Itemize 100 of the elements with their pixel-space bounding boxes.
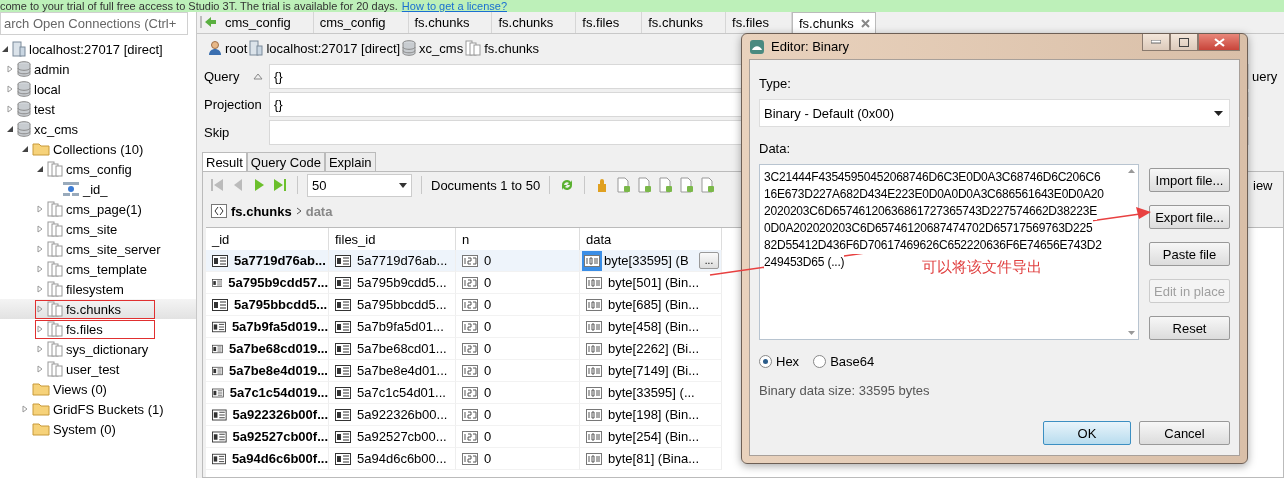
breadcrumb-item[interactable]: localhost:27017 [direct]: [266, 40, 401, 56]
tree-item[interactable]: fs.chunks: [0, 299, 196, 319]
table-row[interactable]: 5a7b9fa5d019... 5a7b9fa5d01... 0 byte[458] (Bin...: [206, 316, 722, 338]
collapsed-arrow-icon[interactable]: [36, 325, 44, 333]
expanded-arrow-icon[interactable]: [36, 165, 44, 173]
collapsed-arrow-icon[interactable]: [36, 345, 44, 353]
dialog-button[interactable]: Export file...: [1149, 205, 1230, 229]
collapsed-arrow-icon[interactable]: [6, 85, 14, 93]
page-size-dropdown[interactable]: 50: [307, 173, 412, 197]
first-page-icon[interactable]: [209, 177, 225, 193]
table-cell: byte[198] (Bin...: [608, 407, 700, 422]
encoding-radio[interactable]: Base64: [813, 354, 875, 369]
collapsed-arrow-icon[interactable]: [36, 245, 44, 253]
breadcrumb-item[interactable]: root: [225, 40, 248, 56]
table-row[interactable]: 5a7be8e4d019... 5a7be8e4d01... 0 byte[7149] (Bi...: [206, 360, 722, 382]
tree-item[interactable]: _id_: [0, 179, 196, 199]
maximize-icon: [1179, 37, 1189, 47]
collapsed-arrow-icon[interactable]: [36, 365, 44, 373]
expanded-arrow-icon[interactable]: [6, 125, 14, 133]
binary-icon: [586, 320, 602, 333]
table-row[interactable]: 5a922326b00f... 5a922326b00... 0 byte[198] (Bin...: [206, 404, 722, 426]
table-row[interactable]: 5a7c1c54d019... 5a7c1c54d01... 0 byte[33595] (...: [206, 382, 722, 404]
dialog-button[interactable]: Reset: [1149, 316, 1230, 340]
delete-document-icon[interactable]: [699, 177, 716, 193]
table-cell: 0: [484, 319, 492, 334]
table-row[interactable]: 5a7be68cd019... 5a7be68cd01... 0 byte[2262] (Bi...: [206, 338, 722, 360]
cancel-button[interactable]: Cancel: [1139, 421, 1230, 445]
tree-item[interactable]: localhost:27017 [direct]: [0, 39, 196, 59]
folder-icon: [32, 422, 50, 436]
collapsed-arrow-icon[interactable]: [6, 105, 14, 113]
table-cell: 5a7be68cd019...: [228, 341, 328, 356]
dialog-button[interactable]: Paste file: [1149, 242, 1230, 266]
type-select[interactable]: Binary - Default (0x00): [759, 99, 1230, 127]
tree-item[interactable]: cms_template: [0, 259, 196, 279]
tree-item[interactable]: Collections (10): [0, 139, 196, 159]
tree-item[interactable]: user_test: [0, 359, 196, 379]
path-collection[interactable]: fs.chunks: [231, 203, 292, 219]
tree-item[interactable]: cms_page(1): [0, 199, 196, 219]
document-icon: [212, 452, 226, 465]
dialog-button[interactable]: Import file...: [1149, 168, 1230, 192]
table-cell: 5a922326b00...: [357, 407, 448, 422]
collapsed-arrow-icon[interactable]: [36, 205, 44, 213]
result-tab[interactable]: Result: [202, 152, 247, 171]
edit-document-icon[interactable]: [657, 177, 674, 193]
banner-text: come to your trial of full free access to Studio 3T. The trial is available for 20 days.: [0, 1, 398, 12]
document-code-icon[interactable]: [636, 177, 653, 193]
tree-item[interactable]: filesystem: [0, 279, 196, 299]
tree-item[interactable]: GridFS Buckets (1): [0, 399, 196, 419]
add-document-icon[interactable]: [615, 177, 632, 193]
license-link[interactable]: How to get a license?: [401, 1, 507, 12]
last-page-icon[interactable]: [272, 177, 288, 193]
collapsed-arrow-icon[interactable]: [21, 405, 29, 413]
tree-item[interactable]: xc_cms: [0, 119, 196, 139]
tree-item[interactable]: cms_site_server: [0, 239, 196, 259]
table-cell: 0: [484, 253, 492, 268]
view-button[interactable]: iew: [1253, 177, 1283, 193]
collapsed-arrow-icon[interactable]: [36, 305, 44, 313]
editor-tab[interactable]: fs.chunks: [791, 12, 876, 33]
copy-document-icon[interactable]: [678, 177, 695, 193]
tree-item[interactable]: cms_site: [0, 219, 196, 239]
tree-item[interactable]: local: [0, 79, 196, 99]
tree-item[interactable]: System (0): [0, 419, 196, 439]
document-icon: [212, 408, 227, 421]
sort-icon[interactable]: [253, 72, 263, 80]
binary-icon: [586, 430, 602, 443]
table-row[interactable]: 5a94d6c6b00f... 5a94d6c6b00... 0 byte[81] (Bina...: [206, 448, 722, 470]
collection-icon: [47, 321, 63, 337]
close-button[interactable]: [1198, 34, 1240, 51]
maximize-button[interactable]: [1170, 34, 1198, 51]
tree-item[interactable]: cms_config: [0, 159, 196, 179]
collapsed-arrow-icon[interactable]: [36, 285, 44, 293]
tree-item[interactable]: sys_dictionary: [0, 339, 196, 359]
ok-button[interactable]: OK: [1043, 421, 1131, 445]
result-tab[interactable]: Explain: [324, 152, 376, 171]
table-row[interactable]: 5a92527cb00f... 5a92527cb00... 0 byte[254] (Bin...: [206, 426, 722, 448]
collapsed-arrow-icon[interactable]: [36, 265, 44, 273]
collapsed-arrow-icon[interactable]: [6, 65, 14, 73]
close-icon[interactable]: [859, 17, 871, 29]
expanded-arrow-icon[interactable]: [1, 45, 9, 53]
table-row[interactable]: 5a795b9cdd57... 5a795b9cdd5... 0 byte[501] (Bin...: [206, 272, 722, 294]
tree-item[interactable]: Views (0): [0, 379, 196, 399]
tree-item[interactable]: admin: [0, 59, 196, 79]
tree-item[interactable]: test: [0, 99, 196, 119]
minimize-button[interactable]: [1142, 34, 1170, 51]
expanded-arrow-icon[interactable]: [21, 145, 29, 153]
more-button[interactable]: ...: [699, 252, 719, 269]
breadcrumb-item[interactable]: xc_cms: [419, 40, 464, 56]
table-cell: 5a922326b00f...: [232, 407, 328, 422]
table-cell: 5a7be68cd01...: [357, 341, 447, 356]
collapsed-arrow-icon[interactable]: [36, 225, 44, 233]
search-field[interactable]: arch Open Connections (Ctrl+: [0, 12, 188, 35]
table-cell: 0: [484, 429, 492, 444]
encoding-radio[interactable]: Hex: [759, 354, 800, 369]
table-row[interactable]: 5a795bbcdd5... 5a795bbcdd5... 0 byte[685] (Bin...: [206, 294, 722, 316]
query-button[interactable]: uery: [1249, 68, 1284, 84]
result-tab[interactable]: Query Code: [246, 152, 325, 171]
scroll-down-icon[interactable]: [1127, 331, 1135, 335]
breadcrumb-item[interactable]: fs.chunks: [484, 40, 540, 56]
scroll-up-icon[interactable]: [1127, 169, 1135, 173]
table-row[interactable]: 5a7719d76ab... 5a7719d76ab... 0 byte[33595] (B ...: [206, 250, 722, 272]
